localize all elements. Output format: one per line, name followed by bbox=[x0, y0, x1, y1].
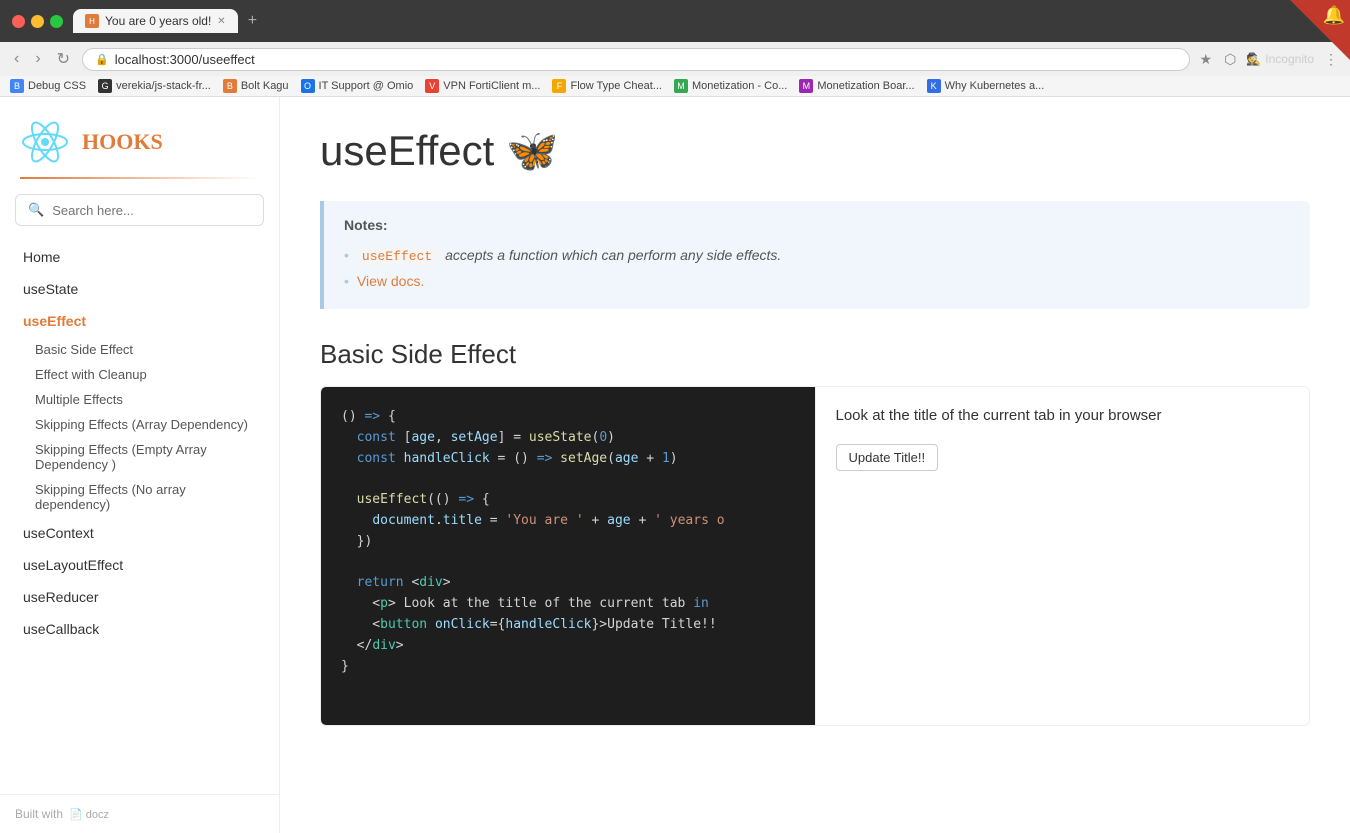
sidebar-sub-multiple-effects[interactable]: Multiple Effects bbox=[15, 387, 264, 412]
sidebar-item-uselayouteffect[interactable]: useLayoutEffect bbox=[15, 549, 264, 581]
tab-title: You are 0 years old! bbox=[105, 14, 211, 28]
active-tab[interactable]: H You are 0 years old! ✕ bbox=[73, 9, 238, 33]
bookmark-icon: G bbox=[98, 79, 112, 93]
sidebar-item-usecontext[interactable]: useContext bbox=[15, 517, 264, 549]
bookmark-verekia[interactable]: G verekia/js-stack-fr... bbox=[98, 79, 211, 93]
sidebar-sub-skipping-empty[interactable]: Skipping Effects (Empty Array Dependency… bbox=[15, 437, 264, 477]
traffic-lights bbox=[12, 15, 63, 28]
bookmark-icon: O bbox=[301, 79, 315, 93]
sidebar-item-usecallback[interactable]: useCallback bbox=[15, 613, 264, 645]
page-title: useEffect 🦋 bbox=[320, 127, 1310, 176]
security-lock-icon: 🔒 bbox=[95, 53, 109, 66]
close-window-button[interactable] bbox=[12, 15, 25, 28]
note-view-docs: View docs. bbox=[344, 269, 1290, 293]
view-docs-link[interactable]: View docs. bbox=[357, 273, 424, 289]
search-input[interactable] bbox=[52, 203, 251, 218]
bookmark-monetization-co[interactable]: M Monetization - Co... bbox=[674, 79, 787, 93]
docz-logo-icon: 📄 docz bbox=[69, 808, 109, 821]
preview-description: Look at the title of the current tab in … bbox=[836, 407, 1290, 424]
bookmark-it-support[interactable]: O IT Support @ Omio bbox=[301, 79, 414, 93]
sidebar: HOOKS 🔍 Home useState useEffect Basic Si… bbox=[0, 97, 280, 833]
sidebar-sub-skipping-no-array[interactable]: Skipping Effects (No array dependency) bbox=[15, 477, 264, 517]
demo-area: () => { const [age, setAge] = useState(0… bbox=[320, 386, 1310, 726]
section-title-basic: Basic Side Effect bbox=[320, 339, 1310, 370]
react-logo-icon bbox=[20, 117, 70, 167]
bookmark-monetization-board[interactable]: M Monetization Boar... bbox=[799, 79, 914, 93]
bookmark-icon: B bbox=[223, 79, 237, 93]
back-button[interactable]: ‹ bbox=[10, 48, 23, 70]
browser-toolbar: ‹ › ↻ 🔒 localhost:3000/useeffect ★ ⬡ 🕵 I… bbox=[0, 42, 1350, 76]
bookmark-vpn[interactable]: V VPN FortiClient m... bbox=[425, 79, 540, 93]
hooks-logo-text: HOOKS bbox=[82, 129, 163, 155]
address-bar[interactable]: 🔒 localhost:3000/useeffect bbox=[82, 48, 1189, 71]
minimize-window-button[interactable] bbox=[31, 15, 44, 28]
menu-icon[interactable]: ⋮ bbox=[1322, 49, 1340, 70]
notes-list: useEffect accepts a function which can p… bbox=[344, 243, 1290, 293]
sidebar-sub-skipping-array[interactable]: Skipping Effects (Array Dependency) bbox=[15, 412, 264, 437]
tab-bar: H You are 0 years old! ✕ + bbox=[73, 8, 1338, 34]
toolbar-right: ★ ⬡ 🕵 Incognito ⋮ bbox=[1198, 49, 1340, 70]
bookmark-icon: M bbox=[799, 79, 813, 93]
maximize-window-button[interactable] bbox=[50, 15, 63, 28]
preview-panel: Look at the title of the current tab in … bbox=[815, 387, 1310, 725]
sidebar-item-usestate[interactable]: useState bbox=[15, 273, 264, 305]
bookmark-debug-css[interactable]: B Debug CSS bbox=[10, 79, 86, 93]
sidebar-underline bbox=[20, 177, 259, 179]
sidebar-item-useeffect[interactable]: useEffect bbox=[15, 305, 264, 337]
note-item: useEffect accepts a function which can p… bbox=[344, 243, 1290, 269]
bookmark-flow-type[interactable]: F Flow Type Cheat... bbox=[552, 79, 662, 93]
tab-favicon: H bbox=[85, 14, 99, 28]
sidebar-sub-effect-with-cleanup[interactable]: Effect with Cleanup bbox=[15, 362, 264, 387]
bookmark-bolt-kagu[interactable]: B Bolt Kagu bbox=[223, 79, 289, 93]
notification-bell-icon: 🔔 bbox=[1323, 5, 1345, 26]
search-box[interactable]: 🔍 bbox=[15, 194, 264, 226]
bookmark-star-icon[interactable]: ★ bbox=[1198, 49, 1215, 70]
extensions-icon[interactable]: ⬡ bbox=[1222, 49, 1238, 70]
reload-button[interactable]: ↻ bbox=[53, 47, 74, 71]
browser-chrome: H You are 0 years old! ✕ + ‹ › ↻ 🔒 local… bbox=[0, 0, 1350, 97]
bookmarks-bar: B Debug CSS G verekia/js-stack-fr... B B… bbox=[0, 76, 1350, 97]
sidebar-sub-basic-side-effect[interactable]: Basic Side Effect bbox=[15, 337, 264, 362]
forward-button[interactable]: › bbox=[31, 48, 44, 70]
bookmark-icon: K bbox=[927, 79, 941, 93]
code-panel: () => { const [age, setAge] = useState(0… bbox=[321, 387, 815, 725]
sidebar-logo: HOOKS bbox=[0, 97, 279, 177]
incognito-label: 🕵 Incognito bbox=[1246, 52, 1314, 66]
bookmark-icon: F bbox=[552, 79, 566, 93]
page-layout: HOOKS 🔍 Home useState useEffect Basic Si… bbox=[0, 97, 1350, 833]
notes-box: Notes: useEffect accepts a function whic… bbox=[320, 201, 1310, 309]
sidebar-nav: Home useState useEffect Basic Side Effec… bbox=[0, 241, 279, 794]
sidebar-footer: Built with 📄 docz bbox=[0, 794, 279, 833]
bookmark-icon: M bbox=[674, 79, 688, 93]
browser-titlebar: H You are 0 years old! ✕ + bbox=[0, 0, 1350, 42]
tab-close-button[interactable]: ✕ bbox=[217, 16, 225, 27]
code-inline-useeffect: useEffect bbox=[357, 248, 437, 265]
update-title-button[interactable]: Update Title!! bbox=[836, 444, 939, 471]
bookmark-icon: B bbox=[10, 79, 24, 93]
notes-label: Notes: bbox=[344, 217, 1290, 233]
bookmark-icon: V bbox=[425, 79, 439, 93]
main-content: useEffect 🦋 Notes: useEffect accepts a f… bbox=[280, 97, 1350, 833]
url-display: localhost:3000/useeffect bbox=[115, 52, 255, 67]
search-icon: 🔍 bbox=[28, 202, 44, 218]
note-description: accepts a function which can perform any… bbox=[445, 247, 781, 263]
new-tab-button[interactable]: + bbox=[242, 8, 263, 34]
sidebar-item-usereducer[interactable]: useReducer bbox=[15, 581, 264, 613]
incognito-icon: 🕵 bbox=[1246, 52, 1261, 66]
sidebar-item-home[interactable]: Home bbox=[15, 241, 264, 273]
bookmark-kubernetes[interactable]: K Why Kubernetes a... bbox=[927, 79, 1045, 93]
